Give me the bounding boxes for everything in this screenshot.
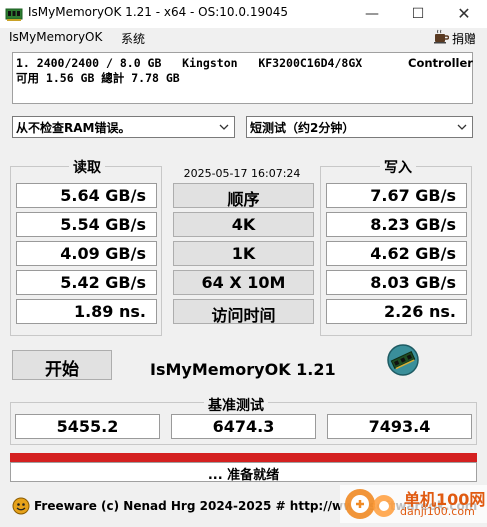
- progress-bar: [10, 453, 477, 462]
- write-value-sequential: 7.67 GB/s: [326, 183, 467, 208]
- test-sequential-button[interactable]: 顺序: [173, 183, 314, 209]
- chevron-down-icon: [218, 120, 230, 134]
- chevron-down-icon: [456, 120, 468, 134]
- benchmark-label: 基准测试: [204, 395, 268, 415]
- result-timestamp: 2025-05-17 16:07:24: [183, 167, 301, 180]
- read-value-access-time: 1.89 ns.: [16, 299, 157, 324]
- read-value-64x10m: 5.42 GB/s: [16, 270, 157, 295]
- test-4k-button[interactable]: 4K: [173, 212, 314, 237]
- benchmark-score-write: 7493.4: [327, 414, 472, 439]
- write-group-label: 写入: [380, 157, 416, 177]
- memory-module-info: 1. 2400/2400 / 8.0 GB Kingston KF3200C16…: [16, 56, 363, 70]
- memory-module-icon: [387, 344, 419, 376]
- watermark-url: danji100.com: [400, 505, 475, 518]
- window-title: IsMyMemoryOK 1.21 - x64 - OS:10.0.19045: [28, 5, 288, 19]
- benchmark-score-read: 5455.2: [15, 414, 160, 439]
- close-button[interactable]: ✕: [441, 0, 487, 28]
- benchmark-score-total: 6474.3: [171, 414, 316, 439]
- test-access-time-button[interactable]: 访问时间: [173, 299, 314, 325]
- ram-error-mode-select[interactable]: 从不检查RAM错误。: [12, 116, 235, 138]
- read-value-1k: 4.09 GB/s: [16, 241, 157, 266]
- test-duration-select[interactable]: 短测试（约2分钟）: [246, 116, 473, 138]
- test-64x10m-button[interactable]: 64 X 10M: [173, 270, 314, 295]
- maximize-button[interactable]: ☐: [395, 0, 441, 28]
- softwareok-logo-icon[interactable]: [12, 497, 30, 515]
- app-icon: [5, 5, 23, 23]
- memory-controller-label: Controller: [408, 56, 473, 70]
- app-brand-title: IsMyMemoryOK 1.21: [150, 360, 336, 379]
- test-duration-value: 短测试（约2分钟）: [250, 121, 355, 135]
- read-value-4k: 5.54 GB/s: [16, 212, 157, 237]
- ram-error-mode-value: 从不检查RAM错误。: [16, 121, 131, 135]
- write-value-4k: 8.23 GB/s: [326, 212, 467, 237]
- memory-availability-info: 可用 1.56 GB 總計 7.78 GB: [16, 71, 180, 85]
- menu-donate[interactable]: 捐赠: [452, 30, 476, 47]
- progress-bar-fill: [10, 453, 477, 462]
- start-button[interactable]: 开始: [12, 350, 112, 380]
- write-value-access-time: 2.26 ns.: [326, 299, 467, 324]
- menu-system[interactable]: 系统: [121, 30, 145, 47]
- read-group-label: 读取: [69, 157, 105, 177]
- minimize-button[interactable]: —: [349, 0, 395, 28]
- coffee-cup-icon[interactable]: [433, 29, 450, 45]
- write-value-1k: 4.62 GB/s: [326, 241, 467, 266]
- read-value-sequential: 5.64 GB/s: [16, 183, 157, 208]
- test-1k-button[interactable]: 1K: [173, 241, 314, 266]
- write-value-64x10m: 8.03 GB/s: [326, 270, 467, 295]
- status-text: ... 准备就绪: [10, 462, 477, 483]
- menu-app[interactable]: IsMyMemoryOK: [9, 30, 102, 44]
